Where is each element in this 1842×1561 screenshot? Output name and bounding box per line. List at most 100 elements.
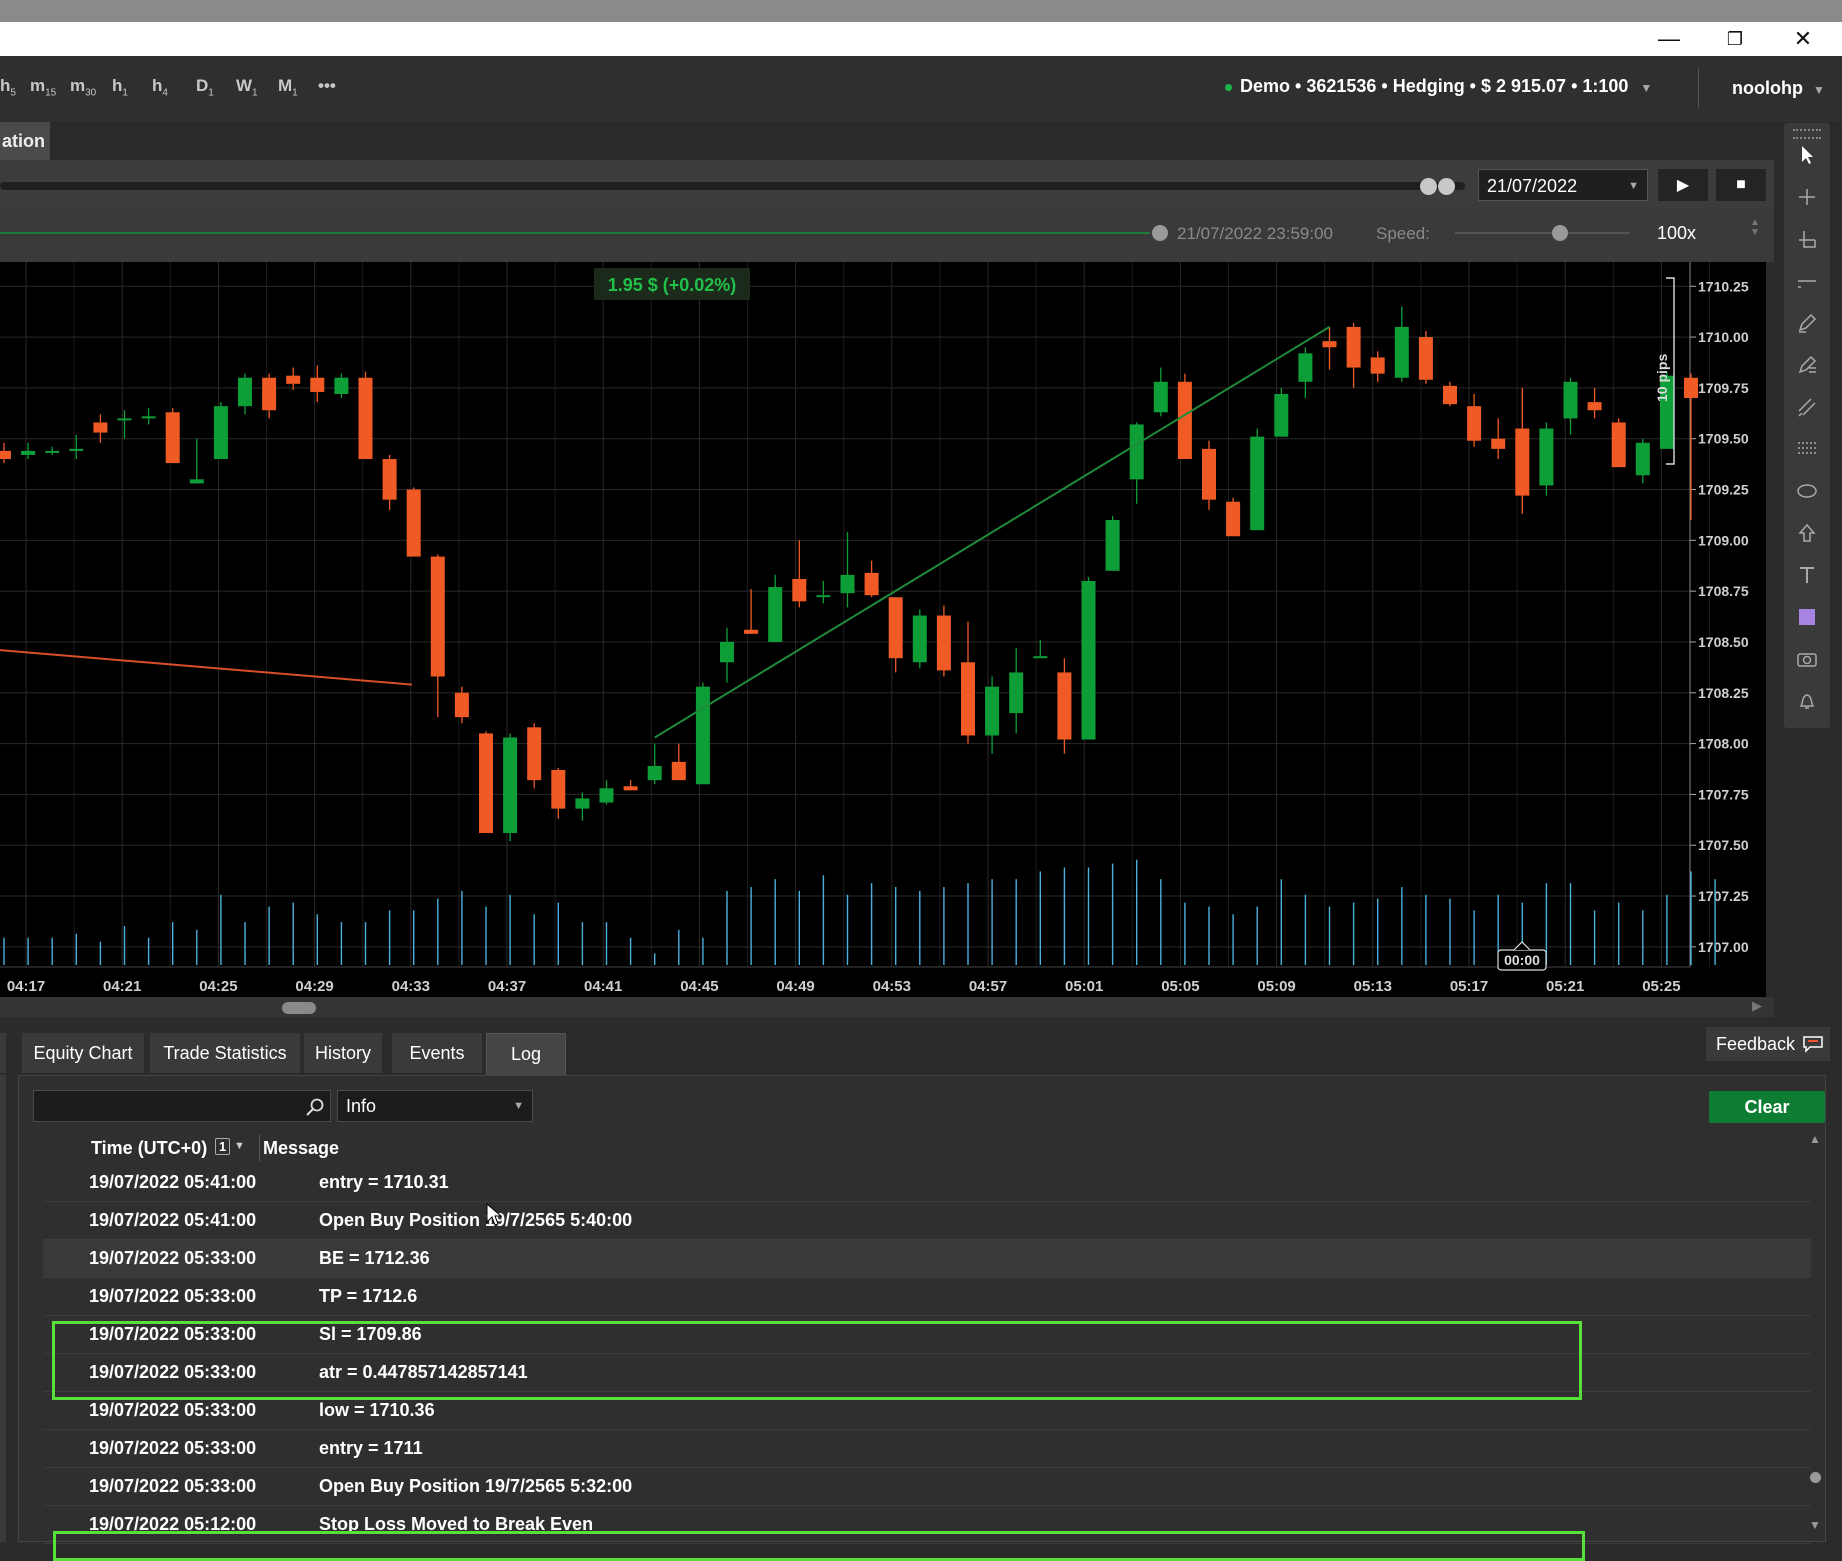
fibonacci-tool[interactable]	[1784, 345, 1830, 385]
search-icon[interactable]	[305, 1097, 325, 1117]
horizontal-line-tool[interactable]	[1784, 261, 1830, 301]
scrollbar-thumb[interactable]	[1810, 1472, 1821, 1483]
restore-button[interactable]: ❐	[1702, 22, 1768, 56]
cursor-tool[interactable]	[1784, 135, 1830, 175]
tab-equity-chart[interactable]: Equity Chart	[22, 1033, 144, 1073]
log-row[interactable]: 19/07/2022 05:33:00 TP = 1712.6	[43, 1278, 1811, 1316]
alert-tool[interactable]	[1784, 681, 1830, 721]
tab-trade-statistics[interactable]: Trade Statistics	[150, 1033, 300, 1073]
timeframe-button[interactable]: h4	[152, 76, 168, 98]
timeframe-button[interactable]: •••	[318, 76, 336, 98]
timeframe-button[interactable]: D1	[196, 76, 214, 98]
pencil-tool[interactable]	[1784, 303, 1830, 343]
tab-history[interactable]: History	[304, 1033, 382, 1073]
log-row[interactable]: 19/07/2022 05:41:00 entry = 1710.31	[43, 1164, 1811, 1202]
candle-body	[1202, 448, 1216, 500]
channel-tool[interactable]	[1784, 387, 1830, 427]
candle-body	[93, 422, 108, 433]
y-axis-label: 1708.25	[1698, 685, 1749, 701]
candle-body	[912, 615, 927, 663]
candle-body	[503, 737, 518, 834]
log-row[interactable]: 19/07/2022 05:33:00 BE = 1712.36	[43, 1240, 1811, 1278]
x-axis-label: 04:45	[680, 978, 718, 995]
levels-tool[interactable]	[1784, 429, 1830, 469]
log-vertical-scrollbar[interactable]: ▲ ▼	[1805, 1130, 1825, 1540]
message-column-header[interactable]: Message	[263, 1138, 339, 1159]
play-button[interactable]: ▶	[1658, 169, 1708, 201]
timeframe-button[interactable]: m30	[70, 76, 96, 98]
color-tool[interactable]	[1784, 597, 1830, 637]
backtest-date-select[interactable]: 21/07/2022 ▼	[1478, 169, 1648, 201]
scroll-right-icon[interactable]: ▶	[1752, 998, 1762, 1014]
account-selector[interactable]: Demo • 3621536 • Hedging • $ 2 915.07 • …	[1225, 76, 1652, 97]
timeline-handle[interactable]	[1152, 225, 1168, 241]
minimize-button[interactable]: —	[1636, 22, 1702, 56]
log-time: 19/07/2022 05:12:00	[89, 1514, 257, 1534]
stop-button[interactable]: ■	[1716, 169, 1766, 201]
candle-body	[1322, 341, 1337, 348]
chart-canvas[interactable]: 1710.25 1710.00 1709.75 1709.50 1709.25 1709.…	[0, 262, 1766, 997]
speed-slider[interactable]	[1455, 232, 1630, 234]
candle-body	[310, 377, 325, 392]
log-search-input[interactable]	[33, 1090, 331, 1122]
tab-events[interactable]: Events	[392, 1033, 482, 1073]
cursor-icon	[1802, 146, 1813, 164]
log-row[interactable]: 19/07/2022 05:41:00 Open Buy Position 19/…	[43, 1202, 1811, 1240]
timeframe-button[interactable]: h1	[112, 76, 128, 98]
screenshot-tool[interactable]	[1784, 639, 1830, 679]
candle-body	[1274, 393, 1289, 437]
candle-body	[1346, 326, 1361, 368]
chevron-down-icon: ▼	[1640, 81, 1653, 95]
log-time: 19/07/2022 05:33:00	[89, 1362, 257, 1382]
text-tool[interactable]	[1784, 555, 1830, 595]
ellipse-tool[interactable]	[1784, 471, 1830, 511]
progress-handle[interactable]	[1420, 178, 1437, 195]
time-column-header[interactable]: Time (UTC+0)	[91, 1138, 207, 1159]
tab-log[interactable]: Log	[486, 1033, 566, 1075]
candle-body	[1057, 672, 1072, 740]
speed-stepper-icon[interactable]: ▲ ▼	[1750, 218, 1760, 238]
timeline-track[interactable]	[0, 232, 1150, 234]
timeframe-label: W	[236, 76, 253, 95]
log-row[interactable]: 19/07/2022 05:33:00 atr = 0.4478571428571…	[43, 1354, 1811, 1392]
timeframe-label: m	[30, 76, 46, 95]
feedback-button[interactable]: Feedback	[1706, 1027, 1830, 1061]
log-row[interactable]: 19/07/2022 05:33:00 Sl = 1709.86	[43, 1316, 1811, 1354]
log-table-header: Time (UTC+0) 1 ▼ Message	[31, 1130, 1805, 1166]
log-row[interactable]: 19/07/2022 05:12:00 Stop Loss Moved to Br…	[43, 1506, 1811, 1544]
timeframe-label: m	[70, 76, 86, 95]
crosshair-tool[interactable]	[1784, 177, 1830, 217]
pnl-label: 1.95 $ (+0.02%)	[608, 275, 737, 295]
chevron-down-icon: ▼	[1812, 83, 1825, 97]
close-button[interactable]: ✕	[1770, 22, 1836, 56]
progress-handle[interactable]	[1438, 178, 1455, 195]
log-row[interactable]: 19/07/2022 05:33:00 low = 1710.36	[43, 1392, 1811, 1430]
tab-automation[interactable]: ation	[0, 122, 50, 160]
clear-log-button[interactable]: Clear	[1709, 1091, 1825, 1123]
scroll-up-icon[interactable]: ▲	[1809, 1132, 1821, 1146]
log-level-select[interactable]: Info ▼	[337, 1090, 533, 1122]
speed-slider-handle[interactable]	[1552, 225, 1568, 241]
log-message: Stop Loss Moved to Break Even	[319, 1514, 594, 1534]
timeframe-button[interactable]: h5	[0, 76, 16, 98]
timeframe-button[interactable]: W1	[236, 76, 258, 98]
sort-desc-icon[interactable]: ▼	[234, 1140, 245, 1152]
scrollbar-thumb[interactable]	[282, 1002, 316, 1014]
log-row[interactable]: 19/07/2022 05:33:00 Open Buy Position 19/…	[43, 1468, 1811, 1506]
user-menu[interactable]: noolohp ▼	[1732, 78, 1825, 99]
arrow-up-tool[interactable]	[1784, 513, 1830, 553]
measure-tool[interactable]	[1784, 219, 1830, 259]
timeframe-button[interactable]: m15	[30, 76, 56, 98]
ellipse-icon	[1797, 484, 1817, 498]
price-chart[interactable]: 1710.25 1710.00 1709.75 1709.50 1709.25 1709.…	[0, 262, 1766, 997]
column-divider[interactable]	[259, 1134, 260, 1162]
candle-body	[1081, 580, 1096, 740]
backtest-progress-bar[interactable]	[0, 182, 1465, 190]
x-axis-label: 04:37	[488, 978, 526, 995]
scroll-down-icon[interactable]: ▼	[1809, 1518, 1821, 1532]
timeframe-button[interactable]: M1	[278, 76, 298, 98]
chart-horizontal-scrollbar[interactable]: ▶	[0, 997, 1774, 1017]
log-row[interactable]: 19/07/2022 05:33:00 entry = 1711	[43, 1430, 1811, 1468]
candle-body	[792, 578, 807, 602]
y-axis-label: 1708.75	[1698, 583, 1749, 599]
